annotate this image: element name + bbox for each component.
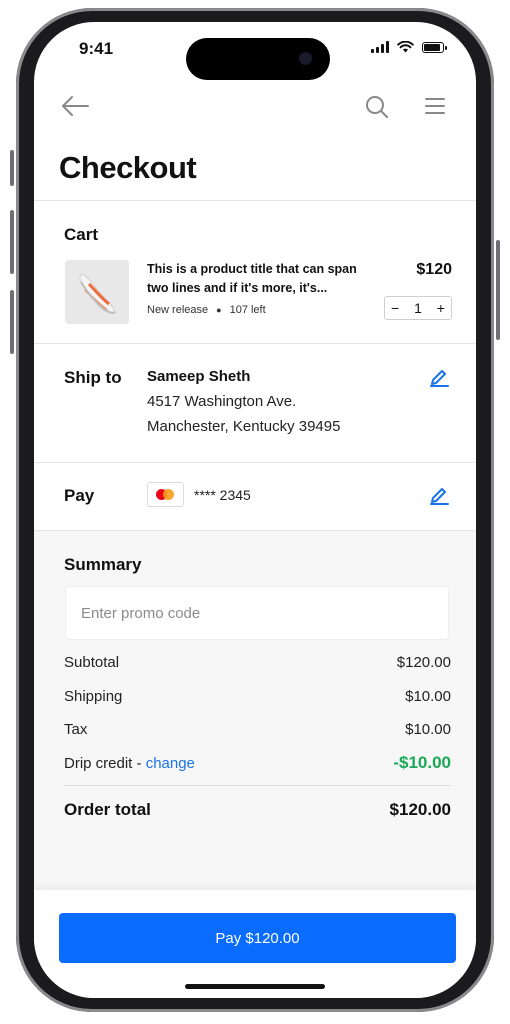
page-title: Checkout xyxy=(59,150,197,185)
bottom-action-bar: Pay $120.00 xyxy=(34,890,476,998)
ship-name: Sameep Sheth xyxy=(147,368,251,385)
back-arrow-icon[interactable] xyxy=(60,94,90,118)
order-total-label: Order total xyxy=(64,800,151,819)
change-credit-link[interactable]: change xyxy=(146,755,195,772)
divider xyxy=(34,530,476,531)
camera-icon xyxy=(299,52,312,65)
separator-dot-icon: ● xyxy=(216,305,222,315)
power-button xyxy=(496,240,500,340)
ship-address-line1: 4517 Washington Ave. xyxy=(147,393,297,410)
shipping-value: $10.00 xyxy=(405,688,451,705)
credit-row: Drip credit - change xyxy=(64,755,195,772)
volume-down-button xyxy=(10,290,14,354)
ship-to-label: Ship to xyxy=(64,368,122,387)
credit-label: Drip credit - xyxy=(64,755,146,772)
tax-value: $10.00 xyxy=(405,721,451,738)
divider xyxy=(34,462,476,463)
pay-label: Pay xyxy=(64,486,95,505)
card-number: **** 2345 xyxy=(194,487,251,503)
decrement-button[interactable]: − xyxy=(391,300,399,316)
cart-label: Cart xyxy=(64,225,99,244)
screen: 9:41 Checkout Cart This is a product tit… xyxy=(34,22,476,998)
product-badge: New release xyxy=(147,304,209,316)
home-indicator[interactable] xyxy=(185,984,325,989)
product-meta: New release ● 107 left xyxy=(147,304,266,316)
quantity-value: 1 xyxy=(414,300,422,316)
signal-icon xyxy=(371,41,389,53)
product-image[interactable] xyxy=(65,260,129,324)
credit-value: -$10.00 xyxy=(393,753,451,772)
product-price: $120 xyxy=(416,261,452,278)
subtotal-value: $120.00 xyxy=(396,654,451,671)
edit-pencil-icon[interactable] xyxy=(428,365,450,387)
summary-section xyxy=(34,530,476,890)
dynamic-island xyxy=(186,38,330,80)
volume-up-button xyxy=(10,210,14,274)
status-time: 9:41 xyxy=(79,39,114,58)
summary-label: Summary xyxy=(64,555,142,574)
divider xyxy=(64,785,451,786)
shipping-label: Shipping xyxy=(64,688,123,705)
mute-switch xyxy=(10,150,14,186)
search-icon[interactable] xyxy=(364,94,390,120)
divider xyxy=(34,343,476,344)
divider xyxy=(34,200,476,201)
pay-button[interactable]: Pay $120.00 xyxy=(59,913,456,963)
promo-code-input[interactable] xyxy=(65,586,449,640)
battery-icon xyxy=(422,41,447,53)
quantity-stepper: − 1 + xyxy=(384,296,452,320)
order-total-value: $120.00 xyxy=(389,800,451,819)
subtotal-label: Subtotal xyxy=(64,654,120,671)
wifi-icon xyxy=(397,41,414,53)
tax-label: Tax xyxy=(64,721,88,738)
shoe-icon xyxy=(65,260,129,324)
status-bar: 9:41 xyxy=(34,22,476,82)
increment-button[interactable]: + xyxy=(437,300,445,316)
edit-pencil-icon[interactable] xyxy=(428,483,450,505)
mastercard-icon xyxy=(147,482,184,507)
product-stock: 107 left xyxy=(229,304,266,316)
hamburger-menu-icon[interactable] xyxy=(424,96,446,116)
product-title[interactable]: This is a product title that can span tw… xyxy=(147,260,375,298)
ship-address-line2: Manchester, Kentucky 39495 xyxy=(147,418,341,435)
status-icons xyxy=(371,41,447,53)
top-nav xyxy=(34,86,476,130)
